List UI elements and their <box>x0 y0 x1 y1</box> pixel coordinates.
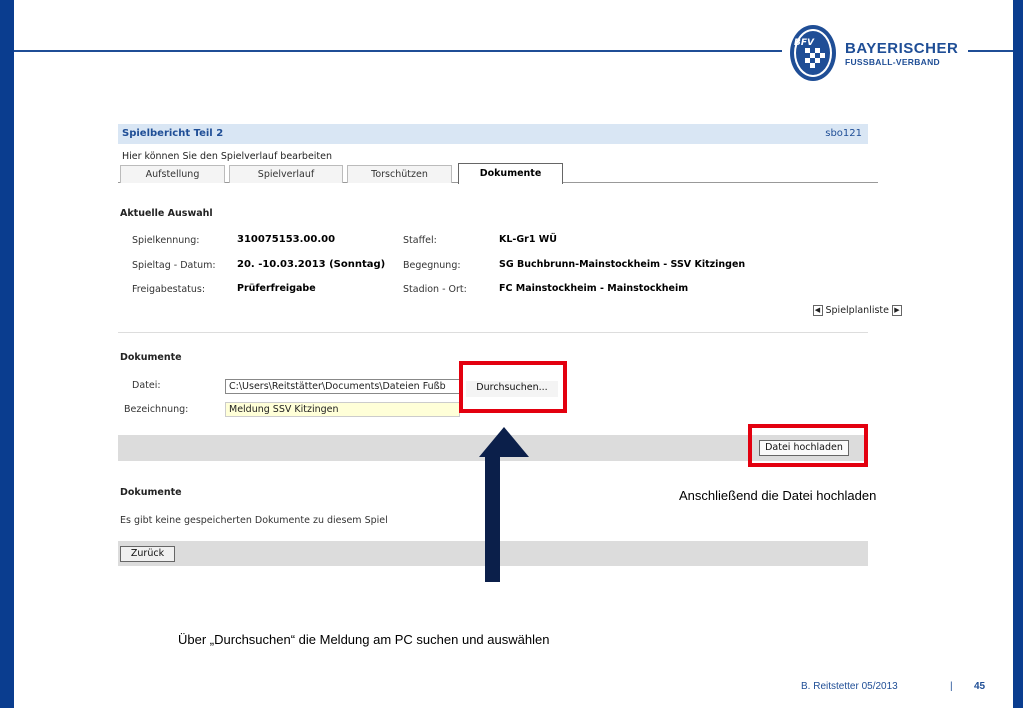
right-edge-bar <box>1013 0 1023 708</box>
status-label: Freigabestatus: <box>132 284 206 295</box>
section-divider <box>118 332 868 333</box>
match-value: SG Buchbrunn-Mainstockheim - SSV Kitzing… <box>499 259 746 270</box>
tab-torschuetzen[interactable]: Torschützen <box>347 165 452 183</box>
tab-aufstellung[interactable]: Aufstellung <box>120 165 225 183</box>
arrow-up-icon <box>479 427 529 457</box>
header-rule-right <box>968 50 1013 52</box>
staffel-label: Staffel: <box>403 235 437 246</box>
venue-label: Stadion - Ort: <box>403 284 467 295</box>
status-value: Prüferfreigabe <box>237 283 316 294</box>
app-hint: Hier können Sie den Spielverlauf bearbei… <box>122 151 333 162</box>
app-titlebar: Spielbericht Teil 2 sbo121 <box>118 124 868 144</box>
app-title: Spielbericht Teil 2 <box>122 128 224 139</box>
file-path-field[interactable]: C:\Users\Reitstätter\Documents\Dateien F… <box>225 379 460 394</box>
upload-highlight <box>748 424 868 467</box>
header-rule <box>14 50 782 52</box>
game-id-label: Spielkennung: <box>132 235 200 246</box>
app-screenshot: Spielbericht Teil 2 sbo121 Hier können S… <box>118 124 908 576</box>
tab-dokumente[interactable]: Dokumente <box>458 163 563 184</box>
page-number: 45 <box>974 681 986 692</box>
arrow-shaft <box>485 455 500 582</box>
match-label: Begegnung: <box>403 260 461 271</box>
browse-highlight <box>459 361 567 413</box>
footer-divider: | <box>950 681 953 692</box>
name-field[interactable]: Meldung SSV Kitzingen <box>225 402 460 417</box>
name-label: Bezeichnung: <box>124 404 189 415</box>
upload-title: Dokumente <box>120 352 182 363</box>
venue-value: FC Mainstockheim - Mainstockheim <box>499 283 689 294</box>
schedule-nav: ◀ Spielplanliste ▶ <box>812 305 902 316</box>
bfv-logo: BFV BAYERISCHER FUSSBALL-VERBAND <box>788 22 968 86</box>
game-id-value: 310075153.00.00 <box>237 234 336 245</box>
next-arrow-icon[interactable]: ▶ <box>892 305 902 316</box>
emblem-text: BFV <box>794 38 815 48</box>
browse-note: Über „Durchsuchen“ die Meldung am PC suc… <box>178 632 550 647</box>
tab-bar: Aufstellung Spielverlauf Torschützen Dok… <box>118 163 878 184</box>
date-value: 20. -10.03.2013 (Sonntag) <box>237 259 386 270</box>
file-label: Datei: <box>132 380 161 391</box>
footer-author: B. Reitstetter 05/2013 <box>801 681 898 692</box>
left-edge-bar <box>0 0 14 708</box>
brand-line2: FUSSBALL-VERBAND <box>845 57 940 67</box>
tab-spielverlauf[interactable]: Spielverlauf <box>229 165 343 183</box>
documents-empty-text: Es gibt keine gespeicherten Dokumente zu… <box>120 515 388 526</box>
upload-note: Anschließend die Datei hochladen <box>679 488 877 503</box>
brand-line1: BAYERISCHER <box>845 40 959 57</box>
documents-title: Dokumente <box>120 487 182 498</box>
back-button[interactable]: Zurück <box>120 546 175 562</box>
selection-title: Aktuelle Auswahl <box>120 208 213 219</box>
bfv-emblem-icon: BFV <box>790 25 836 81</box>
schedule-list-link[interactable]: Spielplanliste <box>826 305 890 316</box>
date-label: Spieltag - Datum: <box>132 260 216 271</box>
prev-arrow-icon[interactable]: ◀ <box>812 305 823 316</box>
app-code: sbo121 <box>825 128 862 139</box>
staffel-value: KL-Gr1 WÜ <box>499 234 557 245</box>
